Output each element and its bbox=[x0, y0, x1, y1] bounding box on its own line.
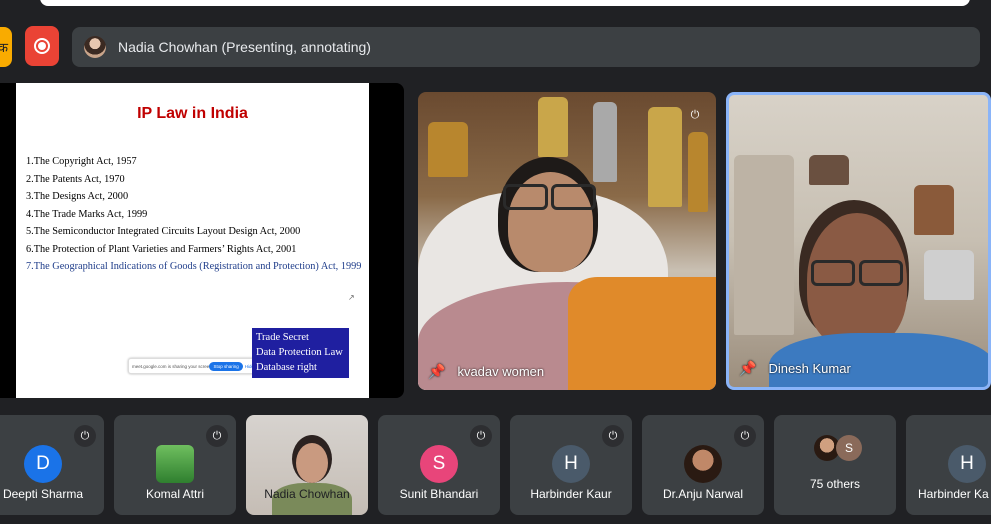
participant-name: Sunit Bhandari bbox=[399, 487, 479, 501]
others-count: 75 others bbox=[809, 477, 861, 491]
video-name-bar: 📌 kvadav women bbox=[428, 363, 544, 380]
callout-line: Trade Secret bbox=[256, 332, 309, 343]
avatar: D bbox=[24, 445, 62, 483]
slide-item: 5.The Semiconductor Integrated Circuits … bbox=[26, 226, 301, 237]
slide: IP Law in India 1.The Copyright Act, 195… bbox=[16, 83, 369, 398]
caption-button[interactable]: क bbox=[0, 27, 12, 67]
mic-off-icon: ⏻ bbox=[690, 108, 700, 121]
participant-tile[interactable]: ⏻ D Deepti Sharma bbox=[0, 415, 104, 515]
presentation-tile[interactable]: IP Law in India 1.The Copyright Act, 195… bbox=[0, 83, 404, 398]
callout-line: Data Protection Law bbox=[256, 347, 343, 358]
presenter-status: Nadia Chowhan (Presenting, annotating) bbox=[118, 39, 371, 55]
mic-off-icon: ⏻ bbox=[74, 425, 96, 447]
recording-button[interactable] bbox=[25, 26, 59, 66]
slide-item: 7.The Geographical Indications of Goods … bbox=[26, 261, 362, 272]
participant-tile-others[interactable]: S 75 others bbox=[774, 415, 896, 515]
participant-tile[interactable]: Nadia Chowhan bbox=[246, 415, 368, 515]
participant-tile[interactable]: ⏻ Komal Attri bbox=[114, 415, 236, 515]
participant-tile[interactable]: H Harbinder Ka bbox=[906, 415, 991, 515]
participant-tile[interactable]: ⏻ H Harbinder Kaur bbox=[510, 415, 632, 515]
pin-icon[interactable]: 📌 bbox=[428, 363, 445, 380]
slide-item: 2.The Patents Act, 1970 bbox=[26, 173, 125, 185]
slide-title: IP Law in India bbox=[137, 105, 248, 122]
avatar: H bbox=[948, 445, 986, 483]
caption-glyph: क bbox=[0, 40, 8, 55]
stop-sharing-button[interactable]: Stop sharing bbox=[209, 361, 243, 371]
sharing-notice-bar: meet.google.com is sharing your screen. … bbox=[128, 358, 258, 374]
participant-name: Harbinder Ka bbox=[918, 487, 989, 501]
slide-callout-box: Trade Secret Data Protection Law Databas… bbox=[252, 328, 349, 378]
cursor-icon: ↗ bbox=[348, 293, 355, 302]
slide-item: 3.The Designs Act, 2000 bbox=[26, 191, 129, 202]
participant-tile[interactable]: ⏻ S Sunit Bhandari bbox=[378, 415, 500, 515]
shelf-decor bbox=[809, 155, 849, 185]
glasses bbox=[859, 260, 903, 286]
participant-name: Deepti Sharma bbox=[2, 487, 84, 501]
video-tile-dinesh-kumar[interactable]: 📌 Dinesh Kumar bbox=[726, 92, 991, 390]
avatar bbox=[684, 445, 722, 483]
browser-top-edge bbox=[0, 0, 991, 12]
participant-name: Harbinder Kaur bbox=[530, 487, 612, 501]
shelf-decor bbox=[914, 185, 954, 235]
glasses bbox=[551, 184, 596, 210]
avatar: S bbox=[420, 445, 458, 483]
trophy-decor bbox=[428, 122, 468, 177]
avatar bbox=[156, 445, 194, 483]
slide-list: 1.The Copyright Act, 1957 2.The Patents … bbox=[26, 153, 361, 276]
saree bbox=[568, 277, 716, 390]
video-tile-kvadav-women[interactable]: ⏻ 📌 kvadav women bbox=[418, 92, 716, 390]
slide-item: 4.The Trade Marks Act, 1999 bbox=[26, 208, 148, 220]
mic-off-icon: ⏻ bbox=[206, 425, 228, 447]
mic-off-icon: ⏻ bbox=[734, 425, 756, 447]
glasses bbox=[503, 184, 548, 210]
shelf-decor bbox=[924, 250, 974, 300]
participant-name: Dr.Anju Narwal bbox=[662, 487, 744, 501]
mic-off-icon: ⏻ bbox=[470, 425, 492, 447]
presenter-bar[interactable]: Nadia Chowhan (Presenting, annotating) bbox=[72, 27, 980, 67]
participant-name: Komal Attri bbox=[145, 487, 205, 501]
glasses bbox=[811, 260, 855, 286]
trophy-decor bbox=[593, 102, 617, 182]
participant-name: Dinesh Kumar bbox=[768, 361, 851, 376]
presenter-avatar bbox=[84, 36, 106, 58]
mic-off-icon: ⏻ bbox=[602, 425, 624, 447]
slide-item: 1.The Copyright Act, 1957 bbox=[26, 156, 137, 167]
record-icon bbox=[34, 38, 50, 54]
trophy-decor bbox=[688, 132, 708, 212]
trophy-decor bbox=[538, 97, 568, 157]
avatar: H bbox=[552, 445, 590, 483]
face bbox=[296, 443, 328, 483]
pin-icon[interactable]: 📌 bbox=[739, 360, 756, 377]
callout-line: Database right bbox=[256, 362, 317, 373]
participant-name: Nadia Chowhan bbox=[264, 487, 350, 501]
trophy-decor bbox=[648, 107, 682, 207]
slide-item: 6.The Protection of Plant Varieties and … bbox=[26, 243, 297, 255]
avatar: S bbox=[836, 435, 862, 461]
video-name-bar: 📌 Dinesh Kumar bbox=[739, 360, 851, 377]
participant-name: kvadav women bbox=[457, 364, 545, 379]
sharing-notice-text: meet.google.com is sharing your screen. bbox=[132, 363, 210, 369]
participant-tile[interactable]: ⏻ Dr.Anju Narwal bbox=[642, 415, 764, 515]
shelf-decor bbox=[734, 155, 794, 335]
